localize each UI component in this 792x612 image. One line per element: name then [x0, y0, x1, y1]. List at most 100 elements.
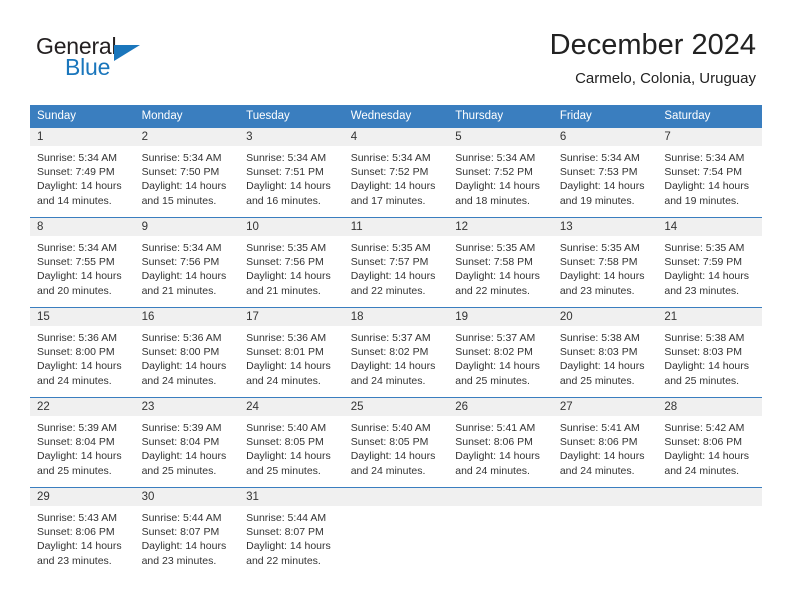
sunset-text: Sunset: 8:00 PM: [141, 346, 220, 359]
calendar-day-cell[interactable]: 12 Sunrise: 5:35 AM Sunset: 7:58 PM Dayligh…: [448, 217, 553, 308]
day-cell-inner: 3 Sunrise: 5:34 AM Sunset: 7:51 PM Daylight…: [239, 128, 344, 217]
calendar-day-cell[interactable]: 21 Sunrise: 5:38 AM Sunset: 8:03 PM Dayligh…: [657, 307, 762, 398]
sunrise-text: Sunrise: 5:36 AM: [37, 332, 117, 344]
calendar-day-cell[interactable]: 16 Sunrise: 5:36 AM Sunset: 8:00 PM Dayligh…: [134, 307, 240, 398]
day-details: Sunrise: 5:39 AM Sunset: 8:04 PM Daylight:…: [135, 416, 240, 478]
brand-logo[interactable]: General Blue: [36, 33, 196, 89]
day-number: 10: [239, 218, 344, 236]
calendar-day-cell[interactable]: 23 Sunrise: 5:39 AM Sunset: 8:04 PM Dayligh…: [134, 397, 240, 488]
day-number: 1: [30, 128, 135, 146]
sunset-text: Sunset: 8:02 PM: [350, 346, 429, 359]
day-number: [448, 488, 553, 506]
daylight-text-line1: Daylight: 14 hours: [246, 360, 331, 373]
daylight-text-line1: Daylight: 14 hours: [246, 270, 331, 283]
day-number: 22: [30, 398, 135, 416]
calendar-day-cell[interactable]: 14 Sunrise: 5:35 AM Sunset: 7:59 PM Dayligh…: [657, 217, 762, 308]
calendar-day-cell[interactable]: 3 Sunrise: 5:34 AM Sunset: 7:51 PM Daylight…: [239, 127, 344, 218]
sunset-text: Sunset: 7:55 PM: [37, 256, 115, 269]
calendar-day-cell[interactable]: 1 Sunrise: 5:34 AM Sunset: 7:49 PM Daylight…: [30, 127, 135, 218]
calendar-day-cell[interactable]: 25 Sunrise: 5:40 AM Sunset: 8:05 PM Dayligh…: [343, 397, 449, 488]
calendar-day-cell[interactable]: 19 Sunrise: 5:37 AM Sunset: 8:02 PM Dayligh…: [448, 307, 553, 398]
day-number: 16: [134, 308, 240, 326]
sunrise-text: Sunrise: 5:37 AM: [350, 332, 431, 344]
day-number: 4: [343, 128, 449, 146]
day-details: [657, 506, 762, 511]
calendar-day-cell[interactable]: 24 Sunrise: 5:40 AM Sunset: 8:05 PM Dayligh…: [239, 397, 344, 488]
daylight-text-line2: and 17 minutes.: [350, 194, 426, 207]
day-number: 13: [552, 218, 658, 236]
sunrise-text: Sunrise: 5:41 AM: [559, 422, 640, 434]
sunset-text: Sunset: 7:56 PM: [246, 256, 324, 269]
sunset-text: Sunset: 8:00 PM: [37, 346, 115, 359]
sunset-text: Sunset: 7:59 PM: [664, 256, 743, 269]
calendar-day-cell[interactable]: 18 Sunrise: 5:37 AM Sunset: 8:02 PM Dayligh…: [343, 307, 449, 398]
day-details: Sunrise: 5:36 AM Sunset: 8:00 PM Daylight:…: [30, 326, 135, 388]
calendar-day-cell[interactable]: 5 Sunrise: 5:34 AM Sunset: 7:52 PM Daylight…: [448, 127, 553, 218]
calendar-day-cell[interactable]: [657, 487, 762, 577]
daylight-text-line1: Daylight: 14 hours: [141, 270, 227, 283]
sunset-text: Sunset: 7:53 PM: [559, 166, 638, 179]
sunset-text: Sunset: 8:06 PM: [455, 436, 533, 449]
day-details: Sunrise: 5:34 AM Sunset: 7:56 PM Daylight:…: [135, 236, 240, 298]
day-details: Sunrise: 5:37 AM Sunset: 8:02 PM Daylight:…: [448, 326, 553, 388]
calendar-day-cell[interactable]: 27 Sunrise: 5:41 AM Sunset: 8:06 PM Dayligh…: [552, 397, 658, 488]
day-cell-inner: 8 Sunrise: 5:34 AM Sunset: 7:55 PM Daylight…: [30, 218, 135, 307]
day-number: 23: [134, 398, 240, 416]
calendar-day-cell[interactable]: 29 Sunrise: 5:43 AM Sunset: 8:06 PM Dayligh…: [30, 487, 135, 577]
day-cell-inner: 26 Sunrise: 5:41 AM Sunset: 8:06 PM Dayligh…: [448, 398, 553, 487]
day-cell-inner: 23 Sunrise: 5:39 AM Sunset: 8:04 PM Dayligh…: [134, 398, 240, 487]
calendar-day-cell[interactable]: 8 Sunrise: 5:34 AM Sunset: 7:55 PM Daylight…: [30, 217, 135, 308]
calendar-day-cell[interactable]: 10 Sunrise: 5:35 AM Sunset: 7:56 PM Dayligh…: [239, 217, 344, 308]
day-details: Sunrise: 5:39 AM Sunset: 8:04 PM Daylight:…: [30, 416, 135, 478]
day-number: 18: [343, 308, 449, 326]
sunrise-text: Sunrise: 5:41 AM: [455, 422, 536, 434]
calendar-day-cell[interactable]: 6 Sunrise: 5:34 AM Sunset: 7:53 PM Daylight…: [552, 127, 658, 218]
calendar-day-cell[interactable]: 22 Sunrise: 5:39 AM Sunset: 8:04 PM Dayligh…: [30, 397, 135, 488]
calendar-day-cell[interactable]: 30 Sunrise: 5:44 AM Sunset: 8:07 PM Dayligh…: [134, 487, 240, 577]
weekday-header-friday: Friday: [552, 105, 658, 128]
day-number: 29: [30, 488, 135, 506]
calendar-day-cell[interactable]: 17 Sunrise: 5:36 AM Sunset: 8:01 PM Dayligh…: [239, 307, 344, 398]
calendar-day-cell[interactable]: [448, 487, 553, 577]
day-number: 26: [448, 398, 553, 416]
calendar-week-row: 1 Sunrise: 5:34 AM Sunset: 7:49 PM Daylight…: [30, 127, 762, 218]
daylight-text-line2: and 24 minutes.: [559, 464, 635, 477]
calendar-day-cell[interactable]: 2 Sunrise: 5:34 AM Sunset: 7:50 PM Daylight…: [134, 127, 240, 218]
sunset-text: Sunset: 7:58 PM: [455, 256, 533, 269]
daylight-text-line2: and 23 minutes.: [664, 284, 740, 297]
calendar-day-cell[interactable]: 15 Sunrise: 5:36 AM Sunset: 8:00 PM Dayligh…: [30, 307, 135, 398]
page-header: General Blue December 2024 Carmelo, Colo…: [0, 0, 792, 100]
calendar-day-cell[interactable]: [343, 487, 449, 577]
daylight-text-line2: and 24 minutes.: [664, 464, 740, 477]
daylight-text-line1: Daylight: 14 hours: [664, 450, 750, 463]
sunrise-text: Sunrise: 5:34 AM: [246, 152, 327, 164]
calendar-day-cell[interactable]: 11 Sunrise: 5:35 AM Sunset: 7:57 PM Dayligh…: [343, 217, 449, 308]
daylight-text-line1: Daylight: 14 hours: [455, 360, 540, 373]
sunrise-text: Sunrise: 5:39 AM: [141, 422, 222, 434]
daylight-text-line1: Daylight: 14 hours: [246, 540, 331, 553]
daylight-text-line2: and 25 minutes.: [559, 374, 635, 387]
calendar-day-cell[interactable]: 13 Sunrise: 5:35 AM Sunset: 7:58 PM Dayligh…: [552, 217, 658, 308]
calendar-day-cell[interactable]: 28 Sunrise: 5:42 AM Sunset: 8:06 PM Dayligh…: [657, 397, 762, 488]
calendar-day-cell[interactable]: 26 Sunrise: 5:41 AM Sunset: 8:06 PM Dayligh…: [448, 397, 553, 488]
day-cell-inner: 24 Sunrise: 5:40 AM Sunset: 8:05 PM Dayligh…: [239, 398, 344, 487]
calendar-day-cell[interactable]: [552, 487, 658, 577]
weekday-header-wednesday: Wednesday: [343, 105, 449, 128]
sunrise-text: Sunrise: 5:38 AM: [559, 332, 640, 344]
calendar-day-cell[interactable]: 4 Sunrise: 5:34 AM Sunset: 7:52 PM Daylight…: [343, 127, 449, 218]
calendar-day-cell[interactable]: 31 Sunrise: 5:44 AM Sunset: 8:07 PM Dayligh…: [239, 487, 344, 577]
calendar-page: General Blue December 2024 Carmelo, Colo…: [0, 0, 792, 612]
daylight-text-line1: Daylight: 14 hours: [559, 360, 645, 373]
daylight-text-line2: and 19 minutes.: [559, 194, 635, 207]
sunrise-text: Sunrise: 5:34 AM: [37, 152, 117, 164]
sunset-text: Sunset: 7:50 PM: [141, 166, 220, 179]
calendar-day-cell[interactable]: 9 Sunrise: 5:34 AM Sunset: 7:56 PM Daylight…: [134, 217, 240, 308]
calendar-day-cell[interactable]: 20 Sunrise: 5:38 AM Sunset: 8:03 PM Dayligh…: [552, 307, 658, 398]
day-details: Sunrise: 5:34 AM Sunset: 7:55 PM Daylight:…: [30, 236, 135, 298]
day-details: Sunrise: 5:34 AM Sunset: 7:52 PM Daylight:…: [344, 146, 449, 208]
sunrise-text: Sunrise: 5:34 AM: [141, 152, 222, 164]
day-number: 12: [448, 218, 553, 236]
calendar-day-cell[interactable]: 7 Sunrise: 5:34 AM Sunset: 7:54 PM Daylight…: [657, 127, 762, 218]
daylight-text-line2: and 15 minutes.: [141, 194, 217, 207]
day-cell-inner: 27 Sunrise: 5:41 AM Sunset: 8:06 PM Dayligh…: [552, 398, 658, 487]
